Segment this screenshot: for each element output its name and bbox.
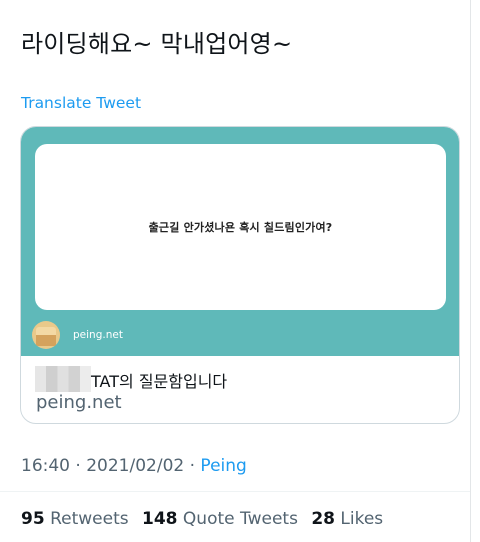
tweet-date[interactable]: 2021/02/02 (86, 456, 184, 476)
meta-separator: · (184, 456, 201, 476)
card-image[interactable]: 출근길 안가셨나욘 혹시 칠드림인가여? peing.net (21, 127, 459, 356)
quote-tweets-count: 148 (142, 509, 178, 529)
meta-separator: · (70, 456, 87, 476)
quote-tweets-label: Quote Tweets (182, 509, 298, 529)
blurred-username (35, 366, 91, 392)
question-text: 출근길 안가셨나욘 혹시 칠드림인가여? (148, 221, 333, 234)
card-domain: peing.net (36, 392, 122, 413)
image-site-label: peing.net (73, 329, 123, 341)
right-border-line (470, 0, 471, 542)
link-preview-card[interactable]: 출근길 안가셨나욘 혹시 칠드림인가여? peing.net TAT의 질문함입… (20, 126, 460, 424)
tweet-stats: 95 Retweets 148 Quote Tweets 28 Likes (21, 509, 391, 529)
quote-tweets-stat[interactable]: 148 Quote Tweets (142, 509, 298, 529)
likes-label: Likes (340, 509, 384, 529)
divider (0, 491, 470, 492)
retweets-label: Retweets (50, 509, 129, 529)
tweet-text: 라이딩해요~ 막내업어영~ (21, 30, 293, 58)
likes-stat[interactable]: 28 Likes (311, 509, 383, 529)
tweet-meta: 16:40 · 2021/02/02 · Peing (21, 456, 247, 476)
tweet-source-link[interactable]: Peing (200, 456, 246, 476)
retweets-count: 95 (21, 509, 45, 529)
card-info[interactable]: TAT의 질문함입니다 peing.net (21, 356, 459, 423)
retweets-stat[interactable]: 95 Retweets (21, 509, 129, 529)
peing-box-avatar (32, 321, 60, 349)
card-title: TAT의 질문함입니다 (91, 372, 228, 391)
likes-count: 28 (311, 509, 335, 529)
translate-tweet-link[interactable]: Translate Tweet (21, 94, 141, 112)
tweet-time[interactable]: 16:40 (21, 456, 70, 476)
question-box: 출근길 안가셨나욘 혹시 칠드림인가여? (35, 144, 446, 310)
